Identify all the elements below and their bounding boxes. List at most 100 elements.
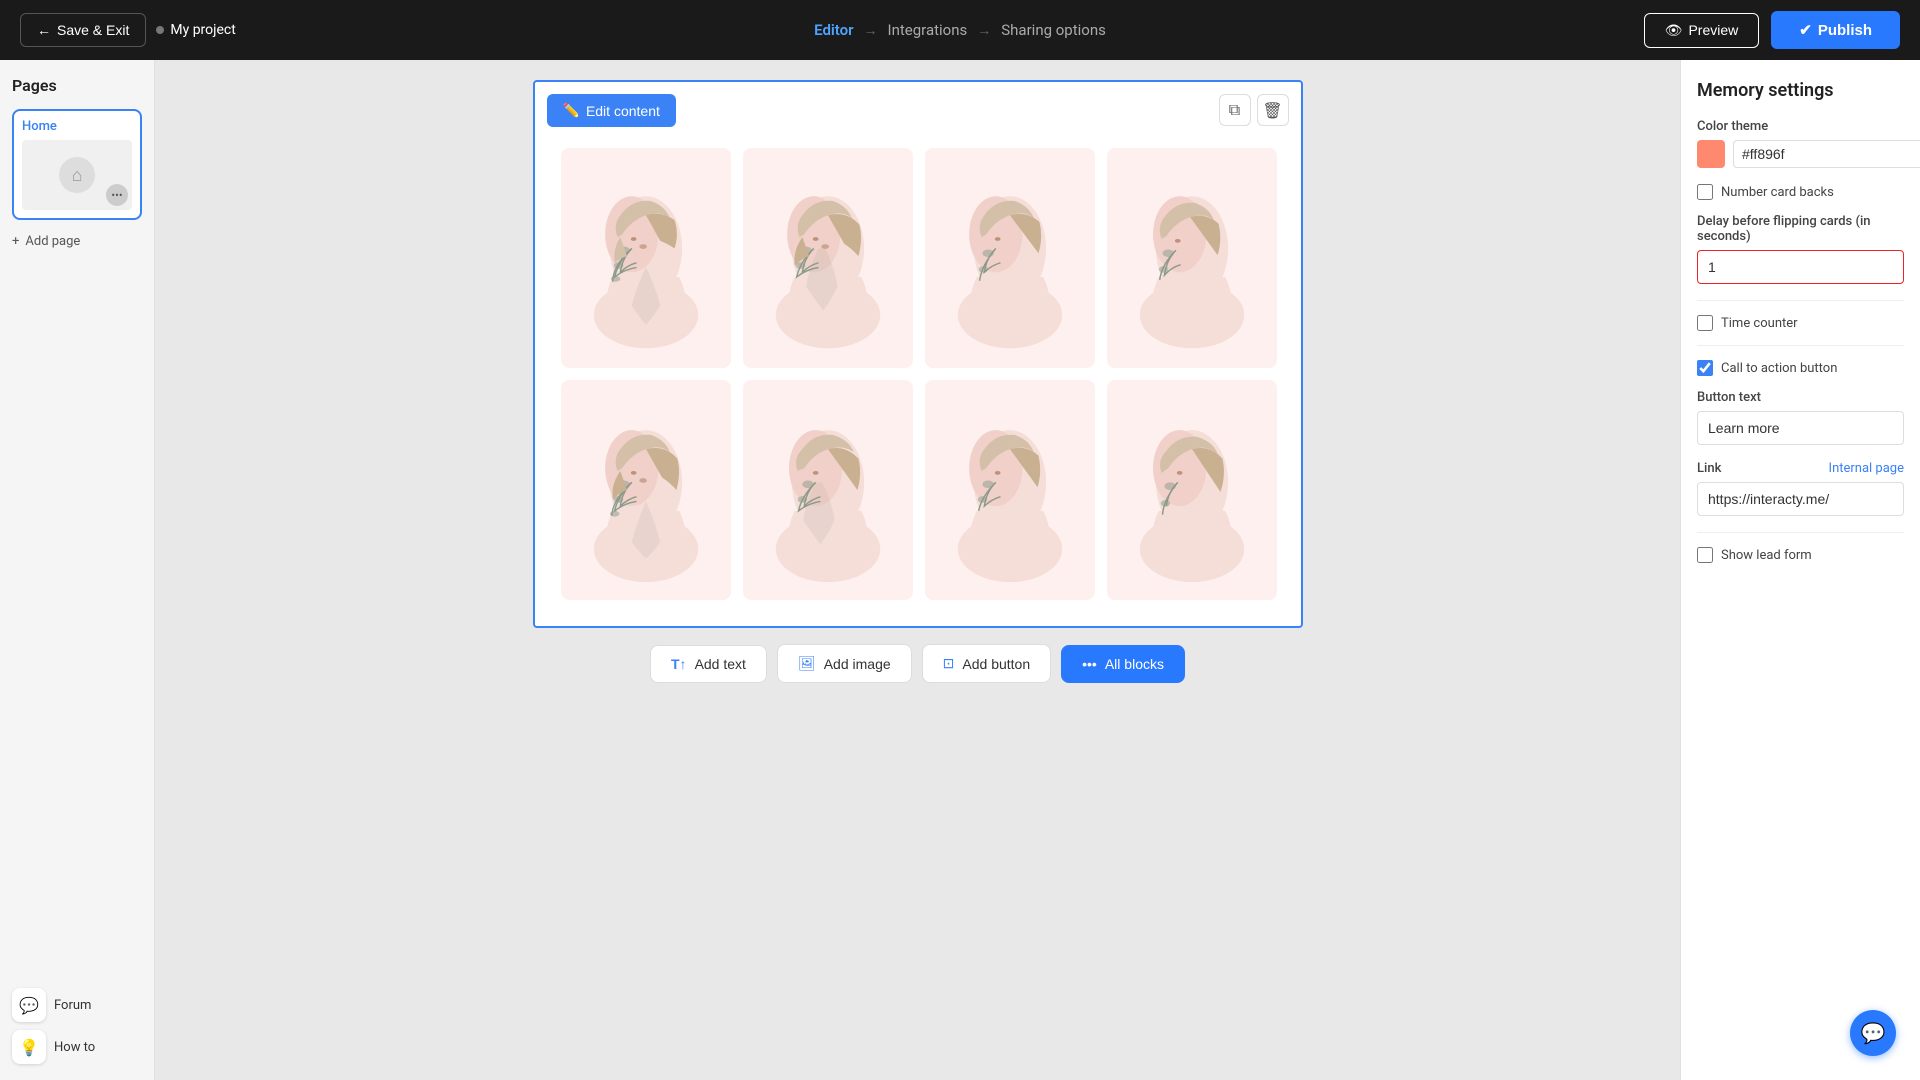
page-card-more-button[interactable]: ••• xyxy=(106,184,128,206)
number-card-backs-checkbox[interactable] xyxy=(1697,184,1713,200)
all-blocks-button[interactable]: ••• All blocks xyxy=(1061,645,1185,683)
arrow-icon-1: → xyxy=(864,22,878,39)
pencil-icon: ✏️ xyxy=(563,102,580,119)
step-editor[interactable]: Editor xyxy=(814,21,853,39)
page-card-home[interactable]: Home ⌂ ••• xyxy=(12,109,142,220)
divider-1 xyxy=(1697,300,1904,301)
preview-button[interactable]: 👁 Preview xyxy=(1644,13,1760,48)
project-name-label: My project xyxy=(170,22,235,38)
memory-card-8 xyxy=(1107,380,1277,600)
memory-card-1 xyxy=(561,148,731,368)
show-lead-form-checkbox[interactable] xyxy=(1697,547,1713,563)
check-icon: ✔ xyxy=(1799,21,1812,39)
color-swatch[interactable] xyxy=(1697,140,1725,168)
edit-content-button[interactable]: ✏️ Edit content xyxy=(547,94,676,127)
add-button-label: Add button xyxy=(962,656,1030,672)
save-exit-label: Save & Exit xyxy=(57,22,129,38)
link-label: Link xyxy=(1697,461,1721,476)
memory-card-7 xyxy=(925,380,1095,600)
nav-steps: Editor → Integrations → Sharing options xyxy=(814,21,1106,39)
chat-button[interactable]: 💬 xyxy=(1850,1010,1896,1056)
link-row: Link Internal page xyxy=(1697,461,1904,476)
add-text-label: Add text xyxy=(695,656,746,672)
color-theme-label: Color theme xyxy=(1697,119,1904,134)
plus-icon: + xyxy=(12,234,19,249)
forum-label: Forum xyxy=(54,998,91,1013)
show-lead-form-label: Show lead form xyxy=(1721,548,1812,563)
card-illustration-5 xyxy=(581,395,711,585)
add-text-button[interactable]: T↑ Add text xyxy=(650,645,767,683)
text-icon: T↑ xyxy=(671,656,687,672)
memory-card-6 xyxy=(743,380,913,600)
panel-title: Memory settings xyxy=(1697,80,1904,101)
button-text-label: Button text xyxy=(1697,390,1904,405)
back-arrow-icon: ← xyxy=(37,22,51,38)
card-illustration-4 xyxy=(1127,163,1257,353)
sidebar-title: Pages xyxy=(12,76,142,95)
eye-icon: 👁 xyxy=(1665,22,1683,39)
copy-button[interactable]: ⧉ xyxy=(1219,94,1251,126)
add-page-label: Add page xyxy=(25,234,80,249)
link-input[interactable] xyxy=(1697,482,1904,516)
add-image-label: Add image xyxy=(824,656,891,672)
button-icon: ⊡ xyxy=(943,655,955,672)
image-icon: 🖼 xyxy=(798,655,816,672)
preview-label: Preview xyxy=(1688,22,1738,38)
canvas-area: ✏️ Edit content ⧉ 🗑 xyxy=(155,60,1680,1080)
color-hex-input[interactable] xyxy=(1733,140,1920,168)
publish-button[interactable]: ✔ Publish xyxy=(1771,11,1900,49)
sidebar: Pages Home ⌂ ••• + Add page 💬 Forum 💡 Ho… xyxy=(0,60,155,1080)
time-counter-label: Time counter xyxy=(1721,316,1798,331)
home-icon: ⌂ xyxy=(59,157,95,193)
show-lead-form-row: Show lead form xyxy=(1697,547,1904,563)
all-blocks-label: All blocks xyxy=(1105,656,1164,672)
step-sharing[interactable]: Sharing options xyxy=(1001,21,1106,39)
chat-icon: 💬 xyxy=(1861,1021,1886,1045)
canvas-toolbar: ✏️ Edit content xyxy=(547,94,676,127)
step-integrations[interactable]: Integrations xyxy=(888,21,968,39)
sidebar-item-forum[interactable]: 💬 Forum xyxy=(12,988,142,1022)
edit-content-label: Edit content xyxy=(586,103,660,119)
card-illustration-6 xyxy=(763,395,893,585)
number-card-backs-label: Number card backs xyxy=(1721,185,1834,200)
delete-button[interactable]: 🗑 xyxy=(1257,94,1289,126)
add-image-button[interactable]: 🖼 Add image xyxy=(777,644,912,683)
call-to-action-label: Call to action button xyxy=(1721,361,1837,376)
add-button-button[interactable]: ⊡ Add button xyxy=(922,644,1051,683)
time-counter-checkbox[interactable] xyxy=(1697,315,1713,331)
nav-right: 👁 Preview ✔ Publish xyxy=(1644,11,1900,49)
card-illustration-8 xyxy=(1127,395,1257,585)
top-navigation: ← Save & Exit My project Editor → Integr… xyxy=(0,0,1920,60)
publish-label: Publish xyxy=(1818,22,1872,39)
project-name: My project xyxy=(156,22,235,38)
call-to-action-checkbox[interactable] xyxy=(1697,360,1713,376)
card-illustration-1 xyxy=(581,163,711,353)
link-section: Link Internal page xyxy=(1697,461,1904,516)
main-layout: Pages Home ⌂ ••• + Add page 💬 Forum 💡 Ho… xyxy=(0,60,1920,1080)
internal-page-link[interactable]: Internal page xyxy=(1829,461,1904,476)
canvas-wrapper: ✏️ Edit content ⧉ 🗑 xyxy=(533,80,1303,628)
card-illustration-3 xyxy=(945,163,1075,353)
divider-2 xyxy=(1697,345,1904,346)
canvas-bottom-toolbar: T↑ Add text 🖼 Add image ⊡ Add button •••… xyxy=(650,644,1185,683)
color-theme-section: Color theme xyxy=(1697,119,1904,168)
button-text-input[interactable] xyxy=(1697,411,1904,445)
memory-card-5 xyxy=(561,380,731,600)
memory-card-grid xyxy=(535,82,1301,626)
arrow-icon-2: → xyxy=(977,22,991,39)
save-exit-button[interactable]: ← Save & Exit xyxy=(20,13,146,47)
time-counter-row: Time counter xyxy=(1697,315,1904,331)
delay-input[interactable] xyxy=(1697,250,1904,284)
add-page-button[interactable]: + Add page xyxy=(12,230,142,253)
howto-icon: 💡 xyxy=(12,1030,46,1064)
color-row xyxy=(1697,140,1904,168)
card-illustration-7 xyxy=(945,395,1075,585)
unsaved-dot xyxy=(156,26,164,34)
button-text-section: Button text xyxy=(1697,390,1904,445)
sidebar-item-howto[interactable]: 💡 How to xyxy=(12,1030,142,1064)
call-to-action-row: Call to action button xyxy=(1697,360,1904,376)
page-card-label: Home xyxy=(22,119,132,134)
card-illustration-2 xyxy=(763,163,893,353)
dots-icon: ••• xyxy=(1082,656,1097,672)
sidebar-bottom: 💬 Forum 💡 How to xyxy=(12,988,142,1064)
